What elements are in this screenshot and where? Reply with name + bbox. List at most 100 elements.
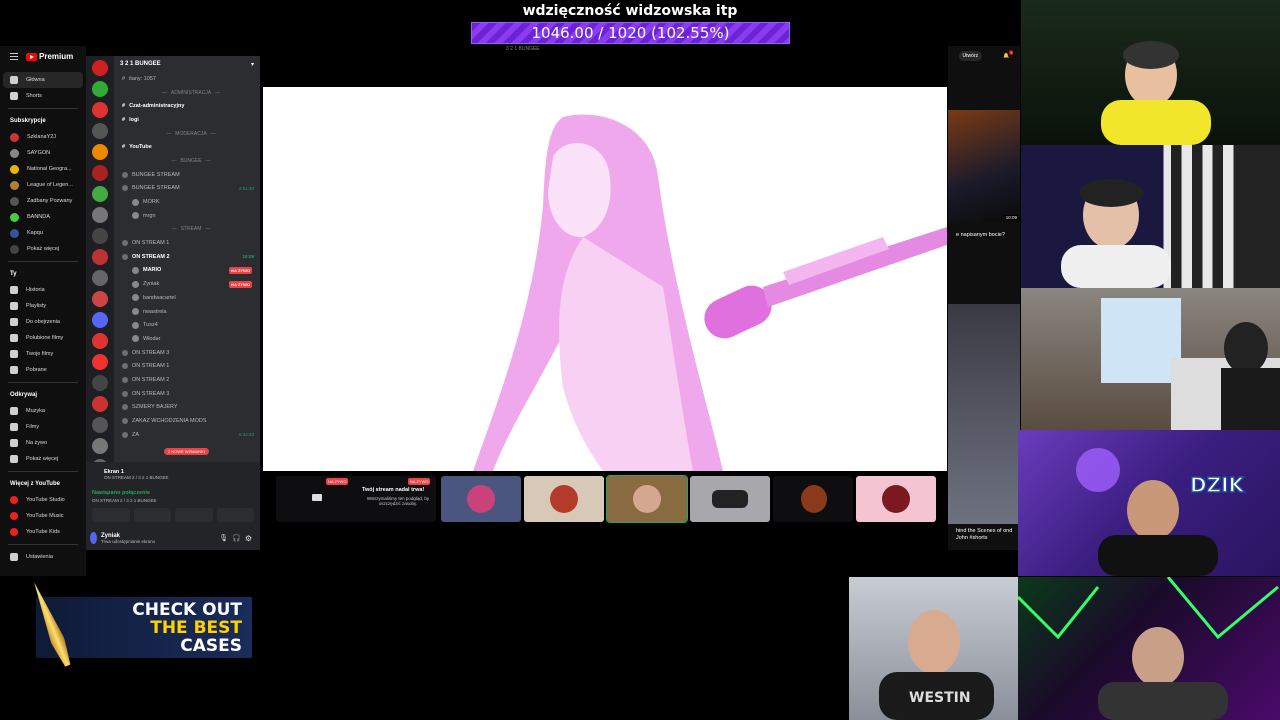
voice-user[interactable]: MORK	[114, 195, 260, 209]
server-icon[interactable]	[92, 354, 108, 370]
channel-category[interactable]: — STREAM —	[114, 223, 260, 237]
camera-button[interactable]	[92, 508, 130, 522]
gear-icon[interactable]: ⚙	[245, 534, 252, 543]
short-title-2[interactable]: hind the Scenes of ond John #shorts	[956, 528, 1018, 542]
server-icon[interactable]	[92, 438, 108, 454]
voice-user[interactable]: Zyniak NA ŻYWO	[114, 277, 260, 291]
short-title-1[interactable]: e napisanym bocie?	[956, 232, 1018, 239]
server-icon[interactable]	[92, 417, 108, 433]
text-channel[interactable]: # logi	[114, 113, 260, 127]
server-icon[interactable]	[92, 333, 108, 349]
channel-category[interactable]: — MODERACJA —	[114, 127, 260, 141]
create-button[interactable]: Utwórz	[958, 51, 983, 61]
more-item[interactable]: YouTube Music	[0, 508, 86, 524]
voice-channel[interactable]: SZMERY BAJERY	[114, 401, 260, 415]
voice-user[interactable]: Włodar	[114, 332, 260, 346]
server-icon[interactable]	[92, 102, 108, 118]
participant-tile-3[interactable]	[606, 475, 688, 523]
server-icon[interactable]	[92, 249, 108, 265]
bell-icon[interactable]: 🔔 9	[1003, 50, 1014, 59]
voice-channel[interactable]: ON STREAM 3	[114, 387, 260, 401]
participant-tile-5[interactable]	[773, 476, 853, 522]
more-item[interactable]: YouTube Studio	[0, 492, 86, 508]
short-thumbnail-1[interactable]: 10:09	[948, 110, 1020, 222]
participant-tile-4[interactable]	[690, 476, 770, 522]
server-icon[interactable]	[92, 186, 108, 202]
server-icon[interactable]	[92, 144, 108, 160]
server-icon[interactable]	[92, 291, 108, 307]
subscription-item[interactable]: SzklanaY2J	[0, 129, 86, 145]
nav-item-1[interactable]: Shorts	[0, 88, 86, 104]
you-item[interactable]: Polubione filmy	[0, 330, 86, 346]
you-item[interactable]: Playlisty	[0, 298, 86, 314]
own-stream-notice[interactable]: NA ŻYWO NA ŻYWO Twój stream nadal trwa! …	[276, 476, 436, 522]
subscription-item[interactable]: Kapqu	[0, 225, 86, 241]
video-frame[interactable]	[263, 87, 947, 471]
text-channel[interactable]: # Czat-administracyjny	[114, 99, 260, 113]
subscription-item[interactable]: BANNDA	[0, 209, 86, 225]
you-item[interactable]: Do obejrzenia	[0, 314, 86, 330]
settings-item[interactable]: Ustawienia	[0, 549, 86, 565]
voice-user[interactable]: nwastrela	[114, 305, 260, 319]
you-item[interactable]: Twoje filmy	[0, 346, 86, 362]
server-icon[interactable]	[92, 81, 108, 97]
activities-button[interactable]	[175, 508, 213, 522]
voice-channel[interactable]: ON STREAM 2 10:09	[114, 250, 260, 264]
screen-share-button[interactable]	[133, 508, 171, 522]
voice-channel[interactable]: ZA 5:34:43	[114, 428, 260, 442]
avatar[interactable]	[90, 532, 97, 544]
explore-item[interactable]: Pokaż więcej	[0, 451, 86, 467]
you-header[interactable]: Ty	[0, 266, 86, 282]
server-icon[interactable]	[92, 312, 108, 328]
text-channel[interactable]: # itany: 1057	[114, 72, 260, 86]
voice-user[interactable]: bandwacartel	[114, 291, 260, 305]
voice-channel[interactable]: BUNGEE STREAM	[114, 168, 260, 182]
subscription-item[interactable]: National Geogra...	[0, 161, 86, 177]
server-icon[interactable]	[92, 270, 108, 286]
menu-icon[interactable]	[10, 53, 18, 60]
more-item[interactable]: YouTube Kids	[0, 524, 86, 540]
short-thumbnail-2[interactable]	[948, 304, 1020, 524]
channel-category[interactable]: — ADMINISTRACJA —	[114, 86, 260, 100]
voice-user[interactable]: MARIO NA ŻYWO	[114, 264, 260, 278]
nav-item-0[interactable]: Główna	[3, 72, 83, 88]
participant-tile-1[interactable]	[441, 476, 521, 522]
explore-item[interactable]: Na żywo	[0, 435, 86, 451]
new-mentions-badge[interactable]: 2 NOWE WZMIANKI	[164, 448, 209, 455]
sponsor-ad[interactable]: CHECK OUT THE BEST CASES	[36, 597, 252, 658]
voice-channel[interactable]: ON STREAM 1	[114, 359, 260, 373]
voice-channel[interactable]: ZAKAZ WCHODZENIA MODS	[114, 414, 260, 428]
subscription-item[interactable]: SAYGON	[0, 145, 86, 161]
stream-preview-card[interactable]: Ekran 1 ON STREAM 2 / 3 2 1 BUNGEE	[90, 464, 256, 484]
server-icon[interactable]	[92, 165, 108, 181]
subscription-item[interactable]: Pokaż więcej	[0, 241, 86, 257]
explore-item[interactable]: Muzyka	[0, 403, 86, 419]
you-item[interactable]: Pobrane	[0, 362, 86, 378]
server-icon[interactable]	[92, 60, 108, 76]
server-icon[interactable]	[92, 207, 108, 223]
participant-tile-2[interactable]	[524, 476, 604, 522]
server-icon[interactable]	[92, 375, 108, 391]
server-icon[interactable]	[92, 123, 108, 139]
voice-user[interactable]: Tusz4	[114, 318, 260, 332]
text-channel[interactable]: # YouTube	[114, 140, 260, 154]
you-item[interactable]: Historia	[0, 282, 86, 298]
voice-user[interactable]: mrgn	[114, 209, 260, 223]
voice-channel[interactable]: ON STREAM 3	[114, 346, 260, 360]
server-icon[interactable]	[92, 228, 108, 244]
subscriptions-header[interactable]: Subskrypcje	[0, 113, 86, 129]
headphones-icon[interactable]: 🎧	[232, 534, 241, 542]
server-name-header[interactable]: 3 2 1 BUNGEE ▾	[114, 56, 260, 72]
voice-channel[interactable]: ON STREAM 1	[114, 236, 260, 250]
subscription-item[interactable]: League of Legen...	[0, 177, 86, 193]
server-icon[interactable]	[92, 396, 108, 412]
mic-icon[interactable]: 🎙	[219, 534, 228, 542]
voice-channel-sub[interactable]: ON STREAM 2 / 3 2 1 BUNGEE	[92, 498, 157, 503]
youtube-logo[interactable]: Premium	[26, 52, 73, 61]
channel-category[interactable]: — BUNGEE —	[114, 154, 260, 168]
subscription-item[interactable]: Zadbany Pozwany	[0, 193, 86, 209]
explore-item[interactable]: Filmy	[0, 419, 86, 435]
participant-tile-6[interactable]	[856, 476, 936, 522]
soundboard-button[interactable]	[216, 508, 254, 522]
voice-channel[interactable]: BUNGEE STREAM 2:51:30	[114, 182, 260, 196]
